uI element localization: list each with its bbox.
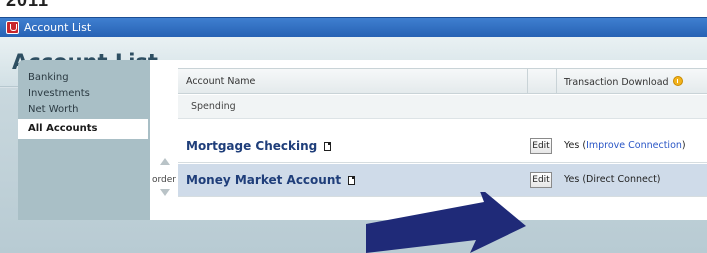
window-titlebar: Account List xyxy=(0,17,707,37)
table-row[interactable]: Mortgage Checking Edit Yes (Improve Conn… xyxy=(178,130,707,163)
sidebar-item-investments[interactable]: Investments xyxy=(28,88,90,99)
account-name-text: Money Market Account xyxy=(186,173,342,187)
download-status-suffix: ) xyxy=(681,140,686,151)
column-divider xyxy=(527,69,528,94)
sidebar-item-banking[interactable]: Banking xyxy=(28,72,69,83)
transaction-download-status: Yes (Direct Connect) xyxy=(564,174,661,185)
column-header-transaction-download[interactable]: Transaction Download xyxy=(564,76,683,88)
document-icon xyxy=(348,176,356,185)
column-header-account-name[interactable]: Account Name xyxy=(186,76,255,87)
group-label: Spending xyxy=(191,101,236,112)
arrow-up-icon[interactable] xyxy=(160,158,170,165)
transaction-download-status: Yes (Improve Connection) xyxy=(564,140,686,151)
sidebar-item-net-worth[interactable]: Net Worth xyxy=(28,104,79,115)
table-header: Account Name Transaction Download xyxy=(178,68,707,94)
edit-button[interactable]: Edit xyxy=(530,172,552,188)
column-header-transaction-download-label: Transaction Download xyxy=(564,77,669,88)
window-title: Account List xyxy=(24,21,92,34)
sidebar-item-all-accounts[interactable]: All Accounts xyxy=(18,119,148,139)
account-name-link[interactable]: Money Market Account xyxy=(186,173,356,187)
warning-icon[interactable] xyxy=(672,76,683,86)
sidebar: Banking Investments Net Worth All Accoun… xyxy=(18,60,150,220)
group-row-spending: Spending xyxy=(178,95,707,119)
download-status-prefix: Yes ( xyxy=(564,140,587,151)
arrow-down-icon[interactable] xyxy=(160,189,170,196)
edit-button[interactable]: Edit xyxy=(530,138,552,154)
order-label: order xyxy=(152,175,176,185)
account-name-link[interactable]: Mortgage Checking xyxy=(186,139,332,153)
pointer-arrow-icon xyxy=(366,192,526,253)
order-column: order xyxy=(150,60,178,220)
quicken-app-icon xyxy=(6,21,19,34)
column-divider xyxy=(556,69,557,94)
document-icon xyxy=(324,142,332,151)
improve-connection-link[interactable]: Improve Connection xyxy=(586,140,682,151)
account-name-text: Mortgage Checking xyxy=(186,139,318,153)
cropped-year-text: 2011 xyxy=(6,0,50,10)
